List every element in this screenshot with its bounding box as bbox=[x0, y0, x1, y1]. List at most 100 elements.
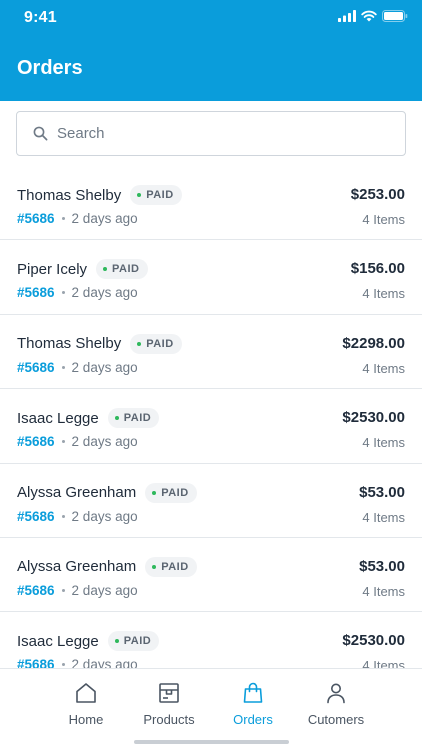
order-row[interactable]: Alyssa Greenham PAID #5686 2 days ago $5… bbox=[0, 464, 422, 538]
order-meta: #5686 2 days ago bbox=[17, 211, 138, 226]
order-time: 2 days ago bbox=[71, 211, 138, 226]
status-label: PAID bbox=[146, 189, 174, 201]
order-time: 2 days ago bbox=[71, 285, 138, 301]
status-label: PAID bbox=[146, 337, 174, 350]
order-total: $253.00 bbox=[350, 186, 405, 203]
separator-dot bbox=[61, 217, 65, 220]
order-time: 2 days ago bbox=[71, 434, 138, 450]
order-time: 2 days ago bbox=[71, 508, 138, 524]
battery-icon bbox=[382, 10, 408, 22]
status-badge: PAID bbox=[96, 259, 148, 280]
search-input[interactable] bbox=[57, 125, 357, 142]
order-total: $53.00 bbox=[359, 557, 405, 575]
status-badge: PAID bbox=[145, 482, 197, 503]
order-row[interactable]: Thomas Shelby PAID #5686 2 days ago $229… bbox=[0, 315, 422, 390]
order-total: $2530.00 bbox=[342, 632, 405, 650]
order-item-count: 4 Items bbox=[362, 286, 405, 302]
order-customer-line: Thomas Shelby PAID bbox=[17, 185, 182, 205]
status-label: PAID bbox=[161, 486, 189, 499]
order-number[interactable]: #5686 bbox=[17, 434, 55, 449]
order-customer-line: Thomas Shelby PAID bbox=[17, 333, 182, 354]
order-time: 2 days ago bbox=[71, 582, 138, 598]
status-badge: PAID bbox=[145, 556, 197, 577]
order-item-count: 4 Items bbox=[362, 509, 405, 525]
order-time: 2 days ago bbox=[71, 657, 138, 668]
order-customer-line: Isaac Legge PAID bbox=[17, 408, 160, 429]
status-dot bbox=[152, 564, 157, 569]
order-item-count: 4 Items bbox=[362, 212, 405, 227]
tab-customers-label: Cutomers bbox=[307, 712, 365, 727]
separator-dot bbox=[61, 588, 65, 592]
customer-name: Isaac Legge bbox=[17, 632, 99, 650]
customer-name: Isaac Legge bbox=[17, 409, 99, 427]
user-icon bbox=[327, 683, 345, 704]
order-total: $156.00 bbox=[350, 260, 405, 278]
customer-name: Thomas Shelby bbox=[17, 335, 122, 353]
tab-bar: Home Products Orders Cutomers bbox=[0, 668, 422, 750]
orders-list: Thomas Shelby PAID #5686 2 days ago $253… bbox=[0, 166, 422, 668]
tab-orders-label: Orders bbox=[233, 712, 273, 727]
order-row[interactable]: Isaac Legge PAID #5686 2 days ago $2530.… bbox=[0, 389, 422, 464]
order-item-count: 4 Items bbox=[362, 360, 405, 376]
order-number[interactable]: #5686 bbox=[17, 285, 55, 300]
shopping-bag-icon bbox=[243, 682, 263, 703]
tab-products-label: Products bbox=[143, 712, 195, 727]
order-customer-line: Isaac Legge PAID bbox=[17, 631, 160, 652]
order-meta: #5686 2 days ago bbox=[17, 434, 138, 449]
status-icons bbox=[338, 10, 408, 22]
order-meta: #5686 2 days ago bbox=[17, 360, 138, 375]
order-number[interactable]: #5686 bbox=[17, 360, 55, 375]
order-customer-line: Alyssa Greenham PAID bbox=[17, 482, 197, 503]
status-badge: PAID bbox=[130, 333, 182, 354]
order-number[interactable]: #5686 bbox=[17, 211, 55, 226]
order-meta: #5686 2 days ago bbox=[17, 657, 138, 668]
order-meta: #5686 2 days ago bbox=[17, 583, 138, 598]
home-indicator[interactable] bbox=[134, 740, 289, 744]
order-total: $53.00 bbox=[359, 483, 405, 501]
separator-dot bbox=[61, 440, 65, 444]
status-dot bbox=[103, 267, 108, 272]
separator-dot bbox=[61, 514, 65, 518]
order-total: $2298.00 bbox=[342, 334, 405, 352]
order-number[interactable]: #5686 bbox=[17, 583, 55, 598]
separator-dot bbox=[61, 663, 65, 667]
order-item-count: 4 Items bbox=[362, 583, 405, 599]
order-row[interactable]: Alyssa Greenham PAID #5686 2 days ago $5… bbox=[0, 538, 422, 613]
order-row[interactable]: Piper Icely PAID #5686 2 days ago $156.0… bbox=[0, 240, 422, 315]
customer-name: Thomas Shelby bbox=[17, 186, 122, 204]
tab-products[interactable]: Products bbox=[124, 681, 214, 727]
separator-dot bbox=[61, 365, 65, 369]
box-icon bbox=[159, 683, 179, 703]
tab-customers[interactable]: Cutomers bbox=[291, 681, 381, 727]
order-row[interactable]: Thomas Shelby PAID #5686 2 days ago $253… bbox=[0, 166, 422, 241]
tab-orders[interactable]: Orders bbox=[208, 681, 298, 727]
wifi-icon bbox=[361, 10, 377, 22]
search-icon bbox=[33, 126, 48, 141]
tab-home-label: Home bbox=[68, 712, 104, 727]
order-item-count: 4 Items bbox=[362, 658, 405, 668]
page-title: Orders bbox=[17, 57, 83, 79]
cellular-signal-icon bbox=[338, 10, 356, 22]
tab-home[interactable]: Home bbox=[41, 681, 131, 727]
status-dot bbox=[137, 193, 142, 197]
order-meta: #5686 2 days ago bbox=[17, 285, 138, 300]
status-badge: PAID bbox=[107, 631, 160, 652]
order-time: 2 days ago bbox=[71, 359, 138, 375]
order-number[interactable]: #5686 bbox=[17, 509, 55, 524]
search-bar[interactable] bbox=[16, 111, 406, 156]
order-row[interactable]: Isaac Legge PAID #5686 2 days ago $2530.… bbox=[0, 612, 422, 668]
app-header: 9:41 Orders bbox=[0, 0, 422, 101]
customer-name: Alyssa Greenham bbox=[17, 484, 137, 502]
order-number[interactable]: #5686 bbox=[17, 657, 55, 668]
status-badge: PAID bbox=[130, 185, 182, 205]
customer-name: Piper Icely bbox=[17, 260, 88, 278]
customer-name: Alyssa Greenham bbox=[17, 558, 137, 576]
order-total: $2530.00 bbox=[342, 409, 405, 427]
separator-dot bbox=[61, 291, 65, 295]
home-icon bbox=[76, 683, 96, 703]
order-customer-line: Piper Icely PAID bbox=[17, 259, 148, 280]
status-label: PAID bbox=[161, 560, 189, 573]
status-label: PAID bbox=[123, 412, 152, 425]
status-label: PAID bbox=[123, 635, 152, 648]
status-badge: PAID bbox=[107, 408, 160, 429]
